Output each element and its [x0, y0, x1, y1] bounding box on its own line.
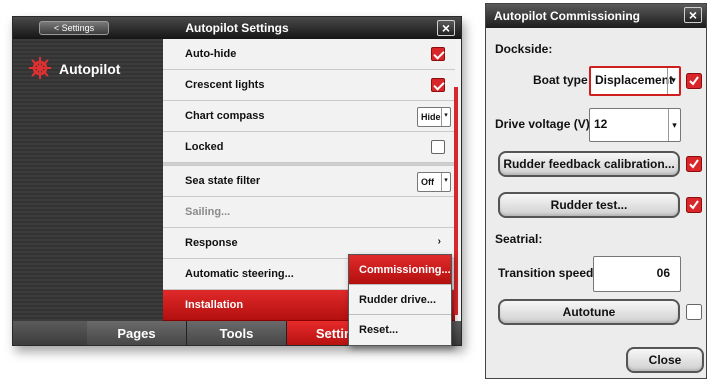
dockside-section-label: Dockside: — [495, 42, 553, 56]
rudder-test-checkbox[interactable] — [686, 197, 702, 213]
row-label: Response — [185, 237, 238, 249]
tab-pages[interactable]: Pages — [87, 321, 187, 345]
row-auto-hide[interactable]: Auto-hide — [163, 39, 455, 70]
autopilot-commissioning-window: Autopilot Commissioning × Dockside: Boat… — [485, 3, 707, 379]
boat-type-dropdown[interactable]: Displacement ▾ — [589, 66, 681, 96]
row-crescent-lights[interactable]: Crescent lights — [163, 70, 455, 101]
rudder-feedback-calibration-button[interactable]: Rudder feedback calibration... — [498, 151, 680, 177]
settings-window-title: Autopilot Settings — [185, 21, 289, 35]
commissioning-close-icon[interactable]: × — [684, 7, 702, 23]
drive-voltage-value: 12 — [594, 117, 608, 131]
transition-speed-value: 06 — [656, 266, 670, 280]
autotune-checkbox[interactable] — [686, 304, 702, 320]
transition-speed-label: Transition speed — [498, 266, 594, 280]
row-locked[interactable]: Locked — [163, 132, 455, 163]
tab-tools[interactable]: Tools — [187, 321, 287, 345]
drive-voltage-dropdown[interactable]: 12 ▾ — [589, 108, 681, 142]
chevron-down-icon: ▾ — [668, 109, 680, 141]
autotune-button[interactable]: Autotune — [498, 299, 680, 325]
row-chart-compass[interactable]: Chart compass Hide ▾ — [163, 101, 455, 132]
dropdown-value: Off — [421, 177, 434, 187]
row-label: Chart compass — [185, 110, 265, 122]
autopilot-sidebar: Autopilot — [13, 39, 163, 321]
rudder-feedback-checkbox[interactable] — [686, 156, 702, 172]
row-label: Sea state filter — [185, 175, 261, 187]
settings-close-icon[interactable]: × — [437, 20, 455, 36]
auto-hide-checkbox[interactable] — [431, 47, 445, 61]
settings-scrollbar[interactable] — [454, 87, 458, 315]
row-label: Auto-hide — [185, 48, 237, 60]
boat-type-label: Boat type — [533, 73, 588, 87]
chevron-down-icon: ▾ — [667, 68, 679, 94]
locked-checkbox[interactable] — [431, 140, 445, 154]
boat-type-checkbox[interactable] — [686, 73, 702, 89]
row-sailing: Sailing... — [163, 197, 455, 228]
rudder-test-button[interactable]: Rudder test... — [498, 192, 680, 218]
transition-speed-input[interactable]: 06 — [593, 256, 681, 292]
menu-item-rudder-drive[interactable]: Rudder drive... — [349, 285, 451, 315]
autopilot-helm-icon — [29, 57, 51, 79]
chevron-down-icon: ▾ — [441, 173, 450, 191]
settings-titlebar: < Settings Autopilot Settings × — [13, 17, 461, 39]
chevron-right-icon: › — [437, 236, 441, 247]
row-label: Automatic steering... — [185, 268, 294, 280]
chart-compass-dropdown[interactable]: Hide ▾ — [417, 107, 451, 127]
row-label: Crescent lights — [185, 79, 265, 91]
row-label: Locked — [185, 141, 224, 153]
menu-item-reset[interactable]: Reset... — [349, 315, 451, 345]
row-label: Sailing... — [185, 206, 231, 218]
crescent-lights-checkbox[interactable] — [431, 78, 445, 92]
chevron-down-icon: ▾ — [441, 108, 450, 126]
row-label: Installation — [185, 299, 244, 311]
sea-state-filter-dropdown[interactable]: Off ▾ — [417, 172, 451, 192]
sidebar-title: Autopilot — [59, 61, 121, 77]
close-button[interactable]: Close — [626, 347, 704, 373]
row-sea-state-filter[interactable]: Sea state filter Off ▾ — [163, 166, 455, 197]
drive-voltage-label: Drive voltage (V) — [495, 117, 590, 131]
commissioning-window-title: Autopilot Commissioning — [494, 9, 640, 23]
dropdown-value: Hide — [421, 112, 441, 122]
installation-submenu: Commissioning... Rudder drive... Reset..… — [348, 254, 452, 346]
boat-type-value: Displacement — [595, 73, 674, 87]
menu-item-commissioning[interactable]: Commissioning... — [349, 255, 451, 285]
seatrial-section-label: Seatrial: — [495, 232, 543, 246]
commissioning-titlebar: Autopilot Commissioning × — [486, 4, 706, 28]
